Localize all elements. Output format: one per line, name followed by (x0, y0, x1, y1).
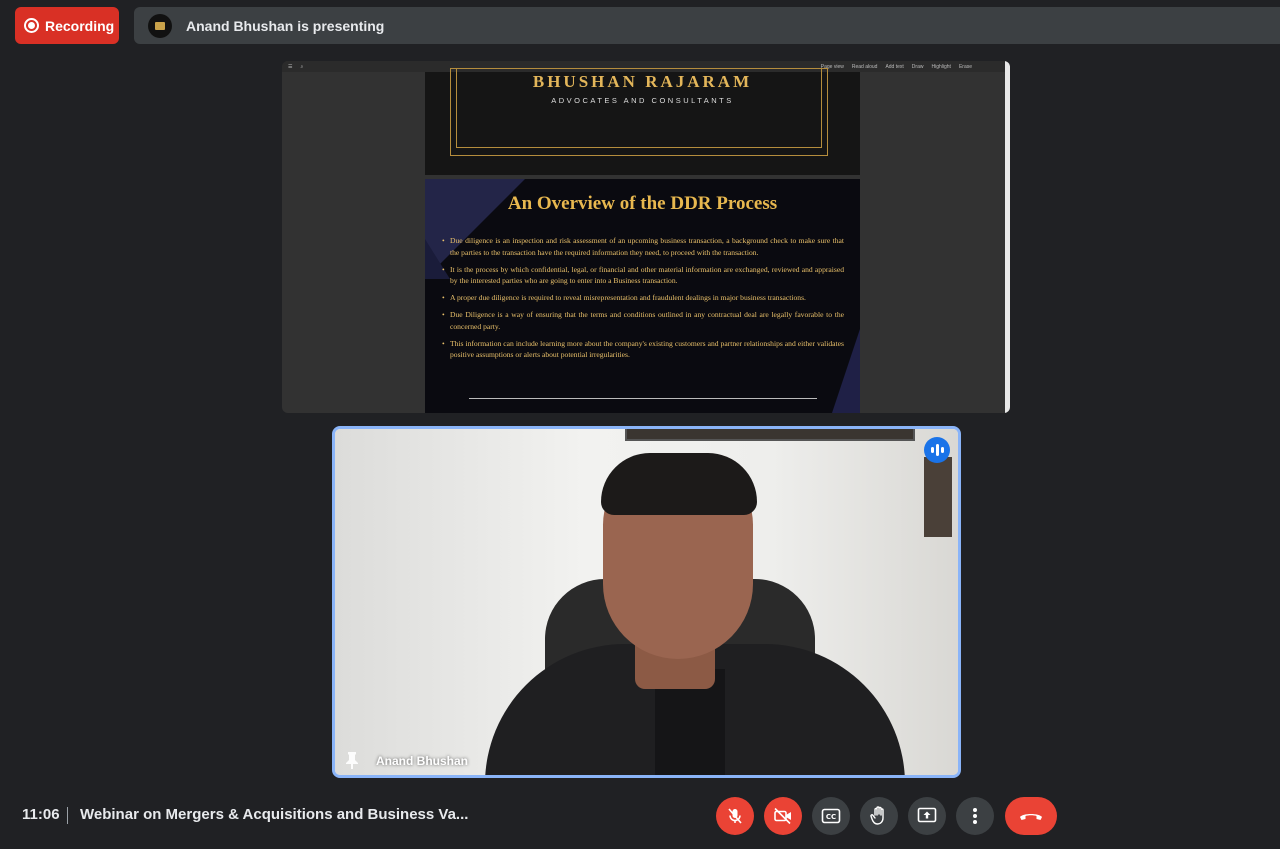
pdf-slide: An Overview of the DDR Process Due dilig… (425, 179, 860, 413)
more-vert-icon (973, 808, 977, 824)
meeting-time: 11:06 (22, 806, 60, 823)
captions-button[interactable]: CC (812, 797, 850, 835)
captions-icon: CC (821, 808, 841, 824)
pdf-tool-draw: Draw (911, 63, 924, 70)
present-now-button[interactable] (908, 797, 946, 835)
slide-bullet: A proper due diligence is required to re… (442, 292, 844, 304)
divider (67, 807, 68, 824)
slide-bullet: Due Diligence is a way of ensuring that … (442, 309, 844, 333)
raise-hand-button[interactable] (860, 797, 898, 835)
microphone-toggle-button[interactable] (716, 797, 754, 835)
pdf-scrollbar[interactable] (1005, 61, 1010, 413)
mic-off-icon (728, 808, 742, 824)
participant-name: Anand Bhushan (376, 754, 468, 768)
slide-bullet: This information can include learning mo… (442, 338, 844, 362)
end-call-button[interactable] (1005, 797, 1057, 835)
pdf-tool-erase: Erase (958, 63, 972, 70)
pdf-tool-add-text: Add text (885, 63, 904, 70)
meeting-title: Webinar on Mergers & Acquisitions and Bu… (80, 806, 469, 823)
pdf-menu-icon: ☰ (288, 63, 293, 70)
camera-off-icon (774, 807, 791, 825)
hang-up-icon (1020, 814, 1042, 820)
hand-icon (870, 806, 884, 825)
presenting-text: Anand Bhushan is presenting (186, 17, 385, 34)
pdf-page-header: BHUSHAN RAJARAM ADVOCATES AND CONSULTANT… (425, 68, 860, 175)
presenting-banner: Anand Bhushan is presenting (134, 7, 1280, 44)
pdf-tool-highlight: Highlight (931, 63, 951, 70)
speaking-indicator-icon (924, 437, 950, 463)
recording-icon (24, 18, 39, 33)
camera-toggle-button[interactable] (764, 797, 802, 835)
slide-bullet: Due diligence is an inspection and risk … (442, 235, 844, 259)
slide-divider (469, 398, 817, 399)
firm-subtitle: ADVOCATES AND CONSULTANTS (551, 96, 734, 105)
shared-screen: ☰ ⌕ Page view Read aloud Add text Draw H… (282, 61, 1010, 413)
svg-text:CC: CC (826, 813, 836, 821)
slide-bullets: Due diligence is an inspection and risk … (442, 235, 844, 366)
pdf-search-icon: ⌕ (300, 63, 304, 70)
presenter-avatar (148, 13, 172, 38)
firm-name: BHUSHAN RAJARAM (532, 72, 753, 91)
slide-bullet: It is the process by which confidential,… (442, 264, 844, 288)
pdf-tool-read-aloud: Read aloud (851, 63, 878, 70)
pin-icon[interactable] (345, 751, 359, 769)
present-screen-icon (917, 807, 937, 823)
recording-label: Recording (45, 17, 115, 34)
recording-button[interactable]: Recording (15, 7, 119, 44)
participant-video-tile[interactable]: Anand Bhushan (332, 426, 961, 778)
more-options-button[interactable] (956, 797, 994, 835)
slide-title: An Overview of the DDR Process (507, 193, 778, 214)
